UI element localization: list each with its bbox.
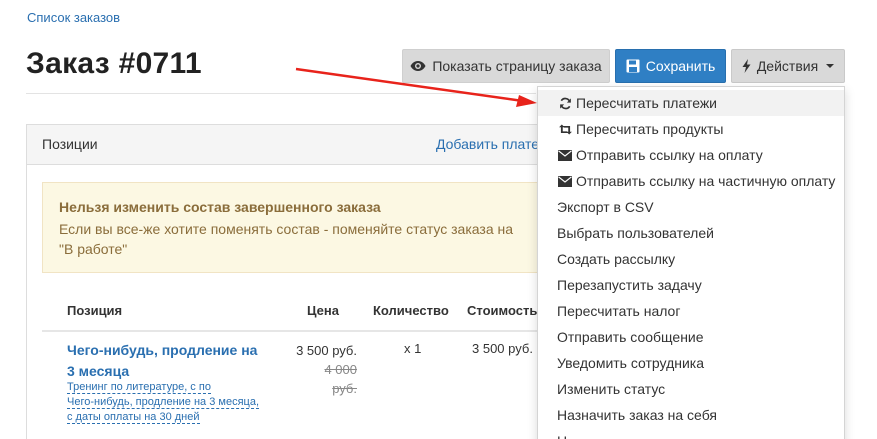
- alert-text: Если вы все-же хотите поменять состав - …: [59, 221, 514, 257]
- menu-item-label: Пересчитать налог: [557, 303, 681, 319]
- envelope-icon: [557, 175, 573, 187]
- table-row-item-description[interactable]: Тренинг по литературе, с по Чего-нибудь,…: [67, 380, 277, 425]
- panel-header-title: Позиции: [42, 136, 98, 152]
- menu-item-label: Пересчитать продукты: [576, 121, 724, 137]
- warning-alert: Нельзя изменить состав завершенного зака…: [42, 182, 572, 273]
- menu-item-label: Перезапустить задачу: [557, 277, 702, 293]
- menu-item-recalculate-products[interactable]: Пересчитать продукты: [538, 116, 844, 142]
- table-header-divider: [42, 330, 572, 332]
- menu-item-select-users[interactable]: Выбрать пользователей: [538, 220, 844, 246]
- caret-down-icon: [826, 64, 835, 68]
- menu-item-send-payment-link[interactable]: Отправить ссылку на оплату: [538, 142, 844, 168]
- menu-item-label: Отправить ссылку на частичную оплату: [576, 173, 836, 189]
- panel-header: Позиции Добавить плате: [27, 125, 585, 165]
- save-button-label: Сохранить: [645, 58, 716, 74]
- alert-title: Нельзя изменить состав завершенного зака…: [59, 199, 381, 215]
- actions-dropdown-menu: Пересчитать платежи Пересчитать продукты…: [537, 86, 845, 439]
- column-header-price: Цена: [307, 303, 339, 318]
- menu-item-assign-to-me[interactable]: Назначить заказ на себя: [538, 402, 844, 428]
- breadcrumb-orders-link[interactable]: Список заказов: [27, 10, 120, 25]
- menu-item-export-csv[interactable]: Экспорт в CSV: [538, 194, 844, 220]
- positions-panel: Позиции Добавить плате Нельзя изменить с…: [26, 124, 586, 439]
- item-description-line: Чего-нибудь, продление на 3 месяца,: [67, 396, 260, 409]
- menu-item-recalculate-payments[interactable]: Пересчитать платежи: [538, 90, 844, 116]
- menu-item-label: Изменить статус: [557, 381, 666, 397]
- menu-item-label: Отправить сообщение: [557, 329, 704, 345]
- menu-item-recalculate-tax[interactable]: Пересчитать налог: [538, 298, 844, 324]
- menu-item-label: Создать рассылку: [557, 251, 676, 267]
- show-order-page-label: Показать страницу заказа: [432, 58, 602, 74]
- menu-item-send-message[interactable]: Отправить сообщение: [538, 324, 844, 350]
- menu-item-label: Уведомить сотрудника: [557, 355, 705, 371]
- table-row-quantity: x 1: [404, 341, 422, 356]
- retweet-icon: [557, 123, 573, 135]
- actions-dropdown-button[interactable]: Действия: [731, 49, 845, 83]
- page-title: Заказ #0711: [26, 47, 202, 80]
- show-order-page-button[interactable]: Показать страницу заказа: [402, 49, 610, 83]
- column-header-position: Позиция: [67, 303, 123, 318]
- table-row-cost: 3 500 руб.: [472, 341, 533, 356]
- envelope-icon: [557, 149, 573, 161]
- menu-item-create-mailing[interactable]: Создать рассылку: [538, 246, 844, 272]
- save-button[interactable]: Сохранить: [615, 49, 726, 83]
- item-description-line: с даты оплаты на 30 дней: [67, 411, 200, 424]
- actions-label: Действия: [756, 58, 819, 74]
- add-payment-link[interactable]: Добавить плате: [436, 136, 539, 152]
- title-divider: [26, 93, 536, 94]
- column-header-quantity: Количество: [373, 303, 449, 318]
- menu-item-truncated[interactable]: Н: [538, 428, 844, 439]
- menu-item-label: Н: [557, 433, 567, 439]
- menu-item-label: Назначить заказ на себя: [557, 407, 717, 423]
- menu-item-label: Выбрать пользователей: [557, 225, 714, 241]
- floppy-disk-icon: [626, 59, 640, 73]
- menu-item-label: Отправить ссылку на оплату: [576, 147, 763, 163]
- menu-item-change-status[interactable]: Изменить статус: [538, 376, 844, 402]
- menu-item-notify-employee[interactable]: Уведомить сотрудника: [538, 350, 844, 376]
- eye-icon: [410, 61, 426, 71]
- menu-item-send-partial-payment-link[interactable]: Отправить ссылку на частичную оплату: [538, 168, 844, 194]
- item-description-line: Тренинг по литературе, с по: [67, 381, 211, 394]
- menu-item-restart-task[interactable]: Перезапустить задачу: [538, 272, 844, 298]
- menu-item-label: Экспорт в CSV: [557, 199, 654, 215]
- table-row-old-price: 4 000 руб.: [324, 362, 357, 396]
- table-row-price: 3 500 руб.: [296, 343, 357, 358]
- table-row-item-name[interactable]: Чего-нибудь, продление на 3 месяца: [67, 340, 267, 382]
- column-header-cost: Стоимость: [467, 303, 538, 318]
- menu-item-label: Пересчитать платежи: [576, 95, 718, 111]
- lightning-icon: [742, 59, 751, 73]
- refresh-icon: [557, 97, 573, 110]
